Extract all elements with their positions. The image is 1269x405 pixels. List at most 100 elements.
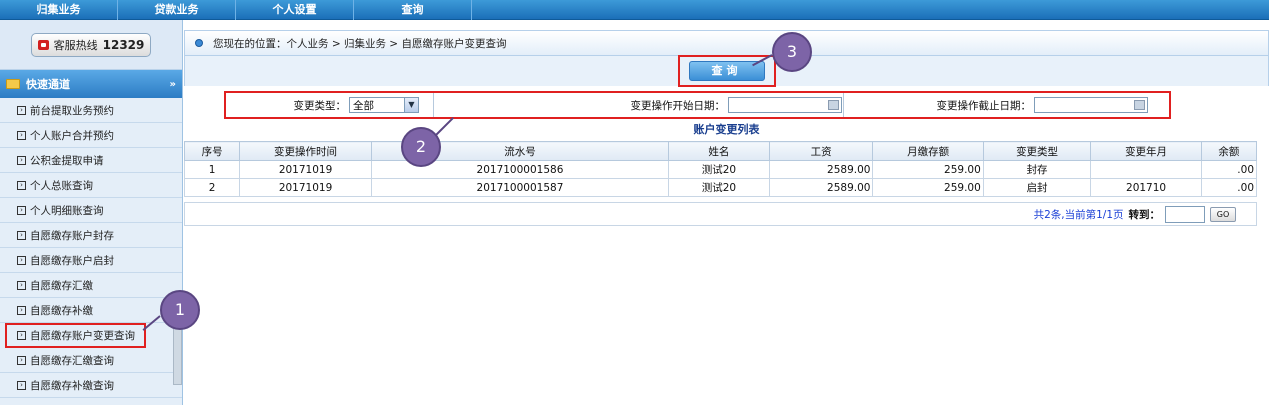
change-type-value: 全部 — [353, 99, 374, 112]
column-header: 工资 — [768, 141, 874, 161]
table-cell: 2 — [183, 178, 241, 197]
column-header: 月缴存额 — [872, 141, 984, 161]
change-list-table: 序号 变更操作时间 流水号 姓名 工资 月缴存额 变更类型 变更年月 余额 1 … — [183, 141, 1258, 197]
sidebar-item-label: 自愿缴存补缴查询 — [30, 379, 114, 392]
quick-channel-title: 快速通道 — [26, 78, 70, 91]
column-header: 余额 — [1200, 141, 1258, 161]
sidebar-item[interactable]: › 自愿缴存账户启封 — [0, 248, 182, 273]
arrow-box-icon: › — [17, 155, 26, 165]
arrow-box-icon: › — [17, 230, 26, 240]
sidebar-menu: › 前台提取业务预约 › 个人账户合并预约 › 公积金提取申请 › 个人总账查询 › 个人… — [0, 98, 182, 398]
nav-item-query[interactable]: 查询 — [354, 0, 472, 20]
sidebar-item[interactable]: › 个人账户合并预约 — [0, 123, 182, 148]
table-title: 账户变更列表 — [184, 120, 1269, 140]
sidebar-item-label: 自愿缴存账户启封 — [30, 254, 114, 267]
table-cell: 2589.00 — [768, 178, 874, 197]
main-content: 您现在的位置：个人业务 > 归集业务 > 自愿缴存账户变更查询 查询 变更类型：… — [183, 20, 1269, 405]
breadcrumb: 您现在的位置：个人业务 > 归集业务 > 自愿缴存账户变更查询 — [184, 30, 1269, 56]
sidebar-item[interactable]: › 自愿缴存汇缴 — [0, 273, 182, 298]
arrow-box-icon: › — [17, 280, 26, 290]
sidebar-item[interactable]: › 个人总账查询 — [0, 173, 182, 198]
arrow-box-icon: › — [17, 380, 26, 390]
quick-channel-header[interactable]: 快速通道 » — [0, 70, 182, 98]
location-icon — [195, 39, 203, 47]
hotline-button[interactable]: 客服热线 12329 — [31, 32, 151, 57]
nav-item-loan[interactable]: 贷款业务 — [118, 0, 236, 20]
table-cell: 20171019 — [239, 160, 372, 179]
breadcrumb-text: 您现在的位置：个人业务 > 归集业务 > 自愿缴存账户变更查询 — [213, 37, 507, 50]
table-row[interactable]: 1 20171019 2017100001586 测试20 2589.00 25… — [183, 160, 1258, 179]
query-bar: 查询 — [184, 55, 1269, 87]
pager: 共2条,当前第1/1页 转到： GO — [184, 202, 1257, 226]
table-cell: 259.00 — [872, 178, 984, 197]
page-number-input[interactable] — [1165, 205, 1205, 223]
start-date-label: 变更操作开始日期： — [630, 99, 726, 112]
sidebar-item-label: 自愿缴存补缴 — [30, 304, 93, 317]
table-cell: 2589.00 — [768, 160, 874, 179]
sidebar-item-account-change-query[interactable]: › 自愿缴存账户变更查询 — [5, 323, 146, 348]
change-type-select[interactable]: 全部 ▼ — [349, 97, 419, 113]
sidebar-item-label: 自愿缴存汇缴查询 — [30, 354, 114, 367]
column-header: 序号 — [183, 141, 241, 161]
callout-marker-2: 2 — [401, 127, 441, 167]
table-cell: 测试20 — [668, 178, 770, 197]
sidebar-item-label: 个人明细账查询 — [30, 204, 104, 217]
end-date-input[interactable] — [1034, 97, 1148, 113]
callout-marker-3: 3 — [772, 32, 812, 72]
table-cell: .00 — [1200, 178, 1258, 197]
start-date-input[interactable] — [728, 97, 842, 113]
sidebar-item[interactable]: › 前台提取业务预约 — [0, 98, 182, 123]
sidebar-item[interactable]: › 公积金提取申请 — [0, 148, 182, 173]
folder-icon — [6, 79, 20, 89]
column-header: 姓名 — [668, 141, 770, 161]
nav-item-personal-settings[interactable]: 个人设置 — [236, 0, 354, 20]
arrow-box-icon: › — [17, 331, 26, 340]
arrow-box-icon: › — [17, 205, 26, 215]
filter-row: 变更类型： 全部 ▼ 变更操作开始日期： 变更操作截止日期： — [224, 91, 1171, 119]
sidebar-item[interactable]: › 个人明细账查询 — [0, 198, 182, 223]
sidebar-item[interactable]: › 自愿缴存汇缴查询 — [0, 348, 182, 373]
sidebar: 客服热线 12329 快速通道 » › 前台提取业务预约 › 个人账户合并预约 › 公积… — [0, 20, 183, 405]
arrow-box-icon: › — [17, 255, 26, 265]
table-cell: 2017100001587 — [370, 178, 670, 197]
table-row[interactable]: 2 20171019 2017100001587 测试20 2589.00 25… — [183, 178, 1258, 197]
arrow-box-icon: › — [17, 130, 26, 140]
table-cell: 封存 — [982, 160, 1092, 179]
sidebar-item-label: 前台提取业务预约 — [30, 104, 114, 117]
sidebar-item-label: 自愿缴存汇缴 — [30, 279, 93, 292]
hotline-number: 12329 — [102, 37, 145, 52]
callout-marker-1: 1 — [160, 290, 200, 330]
sidebar-item-label: 公积金提取申请 — [30, 154, 104, 167]
hotline-area: 客服热线 12329 — [0, 20, 182, 70]
table-cell: 20171019 — [239, 178, 372, 197]
change-type-label: 变更类型： — [293, 99, 347, 112]
column-header: 变更类型 — [982, 141, 1092, 161]
table-header-row: 序号 变更操作时间 流水号 姓名 工资 月缴存额 变更类型 变更年月 余额 — [183, 141, 1258, 161]
column-header: 变更年月 — [1090, 141, 1202, 161]
table-cell: 启封 — [982, 178, 1092, 197]
chevron-down-icon[interactable]: ▼ — [404, 98, 418, 112]
sidebar-item[interactable]: › 自愿缴存补缴查询 — [0, 373, 182, 398]
sidebar-item-label: 个人总账查询 — [30, 179, 93, 192]
calendar-icon[interactable] — [1134, 100, 1145, 110]
chevron-collapse-icon[interactable]: » — [170, 79, 176, 90]
sidebar-item-label: 自愿缴存账户封存 — [30, 229, 114, 242]
goto-label: 转到： — [1128, 208, 1161, 221]
arrow-box-icon: › — [17, 180, 26, 190]
page-info: 共2条,当前第1/1页 — [1033, 208, 1124, 221]
table-cell: 测试20 — [668, 160, 770, 179]
arrow-box-icon: › — [17, 105, 26, 115]
nav-item-collection[interactable]: 归集业务 — [0, 0, 118, 20]
table-cell: .00 — [1200, 160, 1258, 179]
sidebar-item-label: 个人账户合并预约 — [30, 129, 114, 142]
sidebar-item[interactable]: › 自愿缴存账户封存 — [0, 223, 182, 248]
phone-icon — [37, 39, 49, 50]
sidebar-item-label: 自愿缴存账户变更查询 — [30, 330, 135, 342]
arrow-box-icon: › — [17, 305, 26, 315]
column-header: 变更操作时间 — [239, 141, 372, 161]
go-button[interactable]: GO — [1210, 206, 1236, 222]
table-cell — [1090, 160, 1202, 179]
calendar-icon[interactable] — [828, 100, 839, 110]
table-cell: 259.00 — [872, 160, 984, 179]
table-cell: 201710 — [1090, 178, 1202, 197]
